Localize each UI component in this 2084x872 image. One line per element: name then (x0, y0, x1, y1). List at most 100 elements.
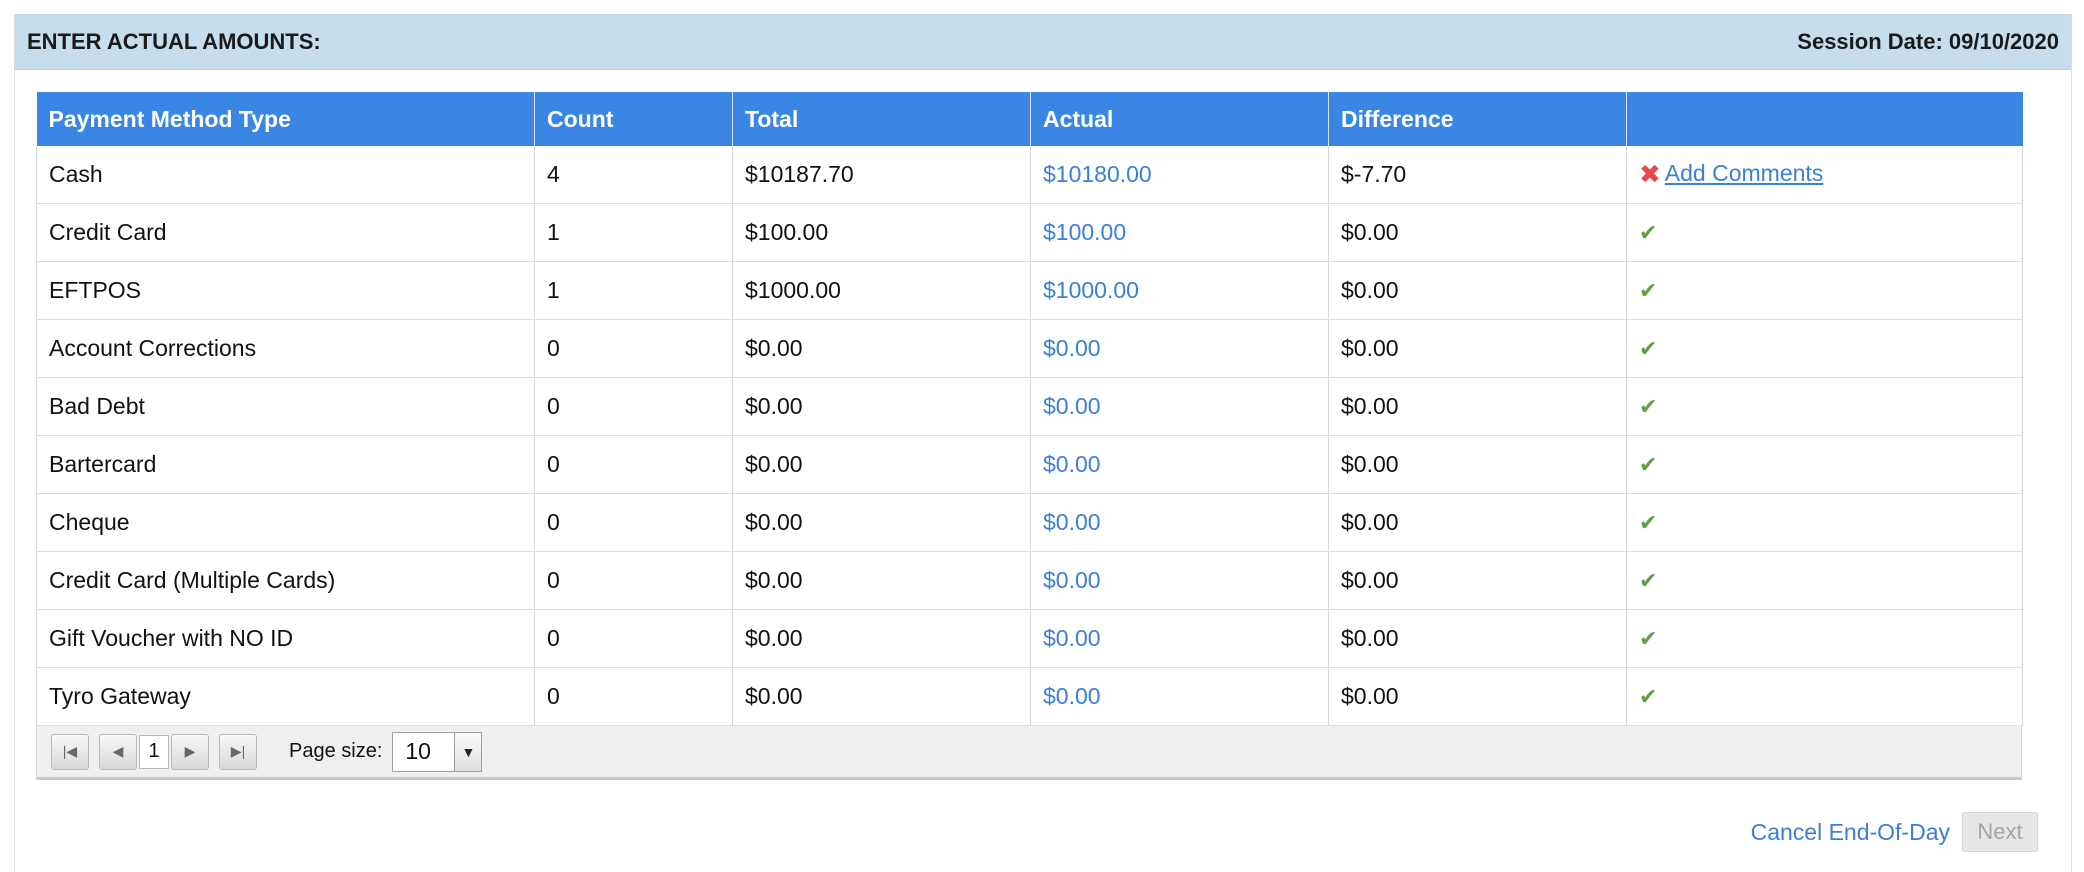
status-cell: ✔ (1626, 435, 2023, 494)
difference-cell: $0.00 (1328, 377, 1627, 436)
difference-cell: $0.00 (1328, 261, 1627, 320)
actual-amount-cell[interactable]: $0.00 (1030, 609, 1329, 668)
total-cell: $10187.70 (732, 146, 1031, 204)
page-title: ENTER ACTUAL AMOUNTS: (27, 28, 321, 54)
difference-cell: $0.00 (1328, 551, 1627, 610)
total-cell: $0.00 (732, 319, 1031, 378)
checkmark-icon: ✔ (1639, 278, 1658, 303)
total-cell: $0.00 (732, 609, 1031, 668)
first-page-button[interactable]: |◀ (51, 733, 89, 770)
session-date-label: Session Date: 09/10/2020 (1797, 29, 2059, 55)
column-header: Actual (1030, 92, 1329, 146)
next-page-icon: ▶ (184, 743, 196, 759)
payment-grid: Payment Method Type Count Total Actual Diffe… (36, 92, 2023, 780)
difference-cell: $0.00 (1328, 319, 1627, 378)
actual-amount-cell[interactable]: $1000.00 (1030, 261, 1329, 320)
total-cell: $100.00 (732, 203, 1031, 262)
difference-cell: $0.00 (1328, 667, 1627, 726)
status-cell: ✔ (1626, 493, 2023, 552)
checkmark-icon: ✔ (1639, 684, 1658, 709)
column-header: Payment Method Type (36, 92, 535, 146)
count-cell: 0 (534, 551, 733, 610)
total-cell: $1000.00 (732, 261, 1031, 320)
payment-method-cell: Gift Voucher with NO ID (36, 609, 535, 668)
actual-amount-cell[interactable]: $100.00 (1030, 203, 1329, 262)
status-cell: ✔ (1626, 551, 2023, 610)
table-row: Credit Card (Multiple Cards) 0 $0.00 $0.00 $… (36, 551, 2023, 610)
next-page-button[interactable]: ▶ (171, 733, 209, 770)
payment-method-cell: Tyro Gateway (36, 667, 535, 726)
table-row: Credit Card 1 $100.00 $100.00 $0.00 ✔ (36, 203, 2023, 262)
footer-actions: Cancel End-Of-Day Next (1751, 812, 2038, 852)
payment-table: Payment Method Type Count Total Actual Diffe… (36, 92, 2023, 726)
status-cell: ✔ (1626, 261, 2023, 320)
table-row: Cash 4 $10187.70 $10180.00 $-7.70 ✖ Add Commen… (36, 146, 2023, 204)
checkmark-icon: ✔ (1639, 568, 1658, 593)
actual-amount-cell[interactable]: $0.00 (1030, 667, 1329, 726)
difference-cell: $0.00 (1328, 609, 1627, 668)
previous-page-icon: ◀ (112, 743, 124, 759)
table-body: Cash 4 $10187.70 $10180.00 $-7.70 ✖ Add Commen… (36, 146, 2023, 726)
page-size-select[interactable]: 10 ▼ (392, 731, 483, 772)
status-cell: ✖ Add Comments (1626, 146, 2023, 204)
status-cell: ✔ (1626, 319, 2023, 378)
table-row: Cheque 0 $0.00 $0.00 $0.00 ✔ (36, 493, 2023, 552)
table-row: Tyro Gateway 0 $0.00 $0.00 $0.00 ✔ (36, 667, 2023, 726)
count-cell: 0 (534, 667, 733, 726)
first-page-icon: |◀ (62, 743, 78, 759)
total-cell: $0.00 (732, 435, 1031, 494)
payment-method-cell: EFTPOS (36, 261, 535, 320)
chevron-down-icon[interactable]: ▼ (454, 732, 482, 771)
payment-method-cell: Credit Card (Multiple Cards) (36, 551, 535, 610)
status-cell: ✔ (1626, 377, 2023, 436)
total-cell: $0.00 (732, 377, 1031, 436)
checkmark-icon: ✔ (1639, 626, 1658, 651)
count-cell: 0 (534, 435, 733, 494)
checkmark-icon: ✔ (1639, 220, 1658, 245)
status-cell: ✔ (1626, 667, 2023, 726)
last-page-icon: ▶| (230, 743, 246, 759)
total-cell: $0.00 (732, 667, 1031, 726)
actual-amount-cell[interactable]: $0.00 (1030, 435, 1329, 494)
checkmark-icon: ✔ (1639, 394, 1658, 419)
actual-amount-cell[interactable]: $0.00 (1030, 551, 1329, 610)
count-cell: 0 (534, 493, 733, 552)
total-cell: $0.00 (732, 493, 1031, 552)
actual-amount-cell[interactable]: $0.00 (1030, 377, 1329, 436)
panel-header: ENTER ACTUAL AMOUNTS: Session Date: 09/1… (15, 14, 2071, 70)
table-header-row: Payment Method Type Count Total Actual Diffe… (36, 92, 2023, 146)
count-cell: 1 (534, 261, 733, 320)
payment-method-cell: Cheque (36, 493, 535, 552)
current-page-number[interactable]: 1 (139, 734, 169, 769)
table-row: Bad Debt 0 $0.00 $0.00 $0.00 ✔ (36, 377, 2023, 436)
column-header (1626, 92, 2023, 146)
difference-cell: $0.00 (1328, 435, 1627, 494)
table-row: Account Corrections 0 $0.00 $0.00 $0.00 ✔ (36, 319, 2023, 378)
payment-method-cell: Bartercard (36, 435, 535, 494)
add-comments-link[interactable]: Add Comments (1665, 160, 1824, 186)
checkmark-icon: ✔ (1639, 336, 1658, 361)
cancel-end-of-day-link[interactable]: Cancel End-Of-Day (1751, 819, 1950, 846)
difference-cell: $0.00 (1328, 203, 1627, 262)
total-cell: $0.00 (732, 551, 1031, 610)
actual-amount-cell[interactable]: $0.00 (1030, 493, 1329, 552)
actual-amount-cell[interactable]: $0.00 (1030, 319, 1329, 378)
last-page-button[interactable]: ▶| (219, 733, 257, 770)
actual-amount-cell[interactable]: $10180.00 (1030, 146, 1329, 204)
previous-page-button[interactable]: ◀ (99, 733, 137, 770)
payment-method-cell: Bad Debt (36, 377, 535, 436)
column-header: Difference (1328, 92, 1627, 146)
count-cell: 0 (534, 609, 733, 668)
table-row: Gift Voucher with NO ID 0 $0.00 $0.00 $0.00 ✔ (36, 609, 2023, 668)
page-size-label: Page size: (289, 740, 383, 762)
count-cell: 0 (534, 319, 733, 378)
payment-method-cell: Account Corrections (36, 319, 535, 378)
status-cell: ✔ (1626, 203, 2023, 262)
count-cell: 1 (534, 203, 733, 262)
checkmark-icon: ✔ (1639, 510, 1658, 535)
count-cell: 4 (534, 146, 733, 204)
error-x-icon: ✖ (1639, 159, 1661, 189)
next-button[interactable]: Next (1962, 812, 2038, 852)
table-row: Bartercard 0 $0.00 $0.00 $0.00 ✔ (36, 435, 2023, 494)
pager: |◀ ◀ 1 ▶ ▶| Page size: 10 ▼ (36, 726, 2022, 780)
